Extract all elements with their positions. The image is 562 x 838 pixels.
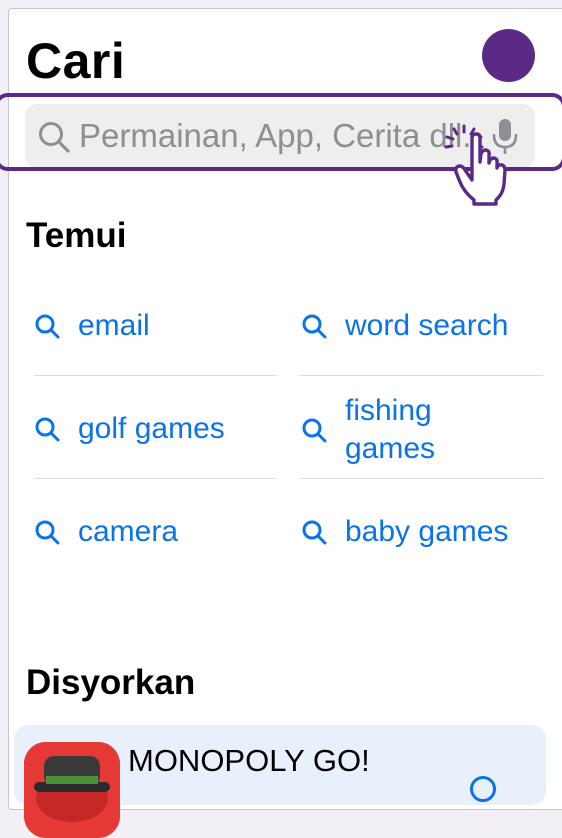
search-icon xyxy=(35,417,60,442)
search-icon xyxy=(35,520,60,545)
app-icon[interactable] xyxy=(24,742,120,838)
search-icon xyxy=(302,418,327,443)
hand-pointer-icon xyxy=(454,132,507,206)
search-icon xyxy=(302,314,327,339)
suggestion-email[interactable]: email xyxy=(34,307,150,345)
page-title: Cari xyxy=(26,33,126,89)
monopoly-app-icon xyxy=(24,742,120,838)
divider xyxy=(299,375,543,376)
divider xyxy=(299,478,543,479)
suggestion-golf-games[interactable]: golf games xyxy=(34,410,225,448)
suggestion-camera[interactable]: camera xyxy=(34,513,178,551)
suggestion-fishing-games[interactable]: fishing games xyxy=(301,392,455,468)
suggestion-label: baby games xyxy=(345,515,509,548)
suggested-heading: Disyorkan xyxy=(26,663,196,702)
divider xyxy=(34,375,277,376)
search-icon xyxy=(35,314,60,339)
search-icon xyxy=(302,520,327,545)
download-button[interactable] xyxy=(470,776,496,802)
suggestion-label: word search xyxy=(345,309,509,342)
suggestion-label: fishing games xyxy=(345,394,436,465)
suggestion-label: email xyxy=(78,309,150,342)
suggestion-label: golf games xyxy=(78,412,225,445)
discover-heading: Temui xyxy=(26,216,127,255)
divider xyxy=(34,478,277,479)
suggestion-word-search[interactable]: word search xyxy=(301,307,508,345)
suggestion-baby-games[interactable]: baby games xyxy=(301,513,508,551)
app-title: MONOPOLY GO! xyxy=(128,743,370,778)
suggestion-label: camera xyxy=(78,515,179,548)
account-avatar[interactable] xyxy=(482,29,535,82)
